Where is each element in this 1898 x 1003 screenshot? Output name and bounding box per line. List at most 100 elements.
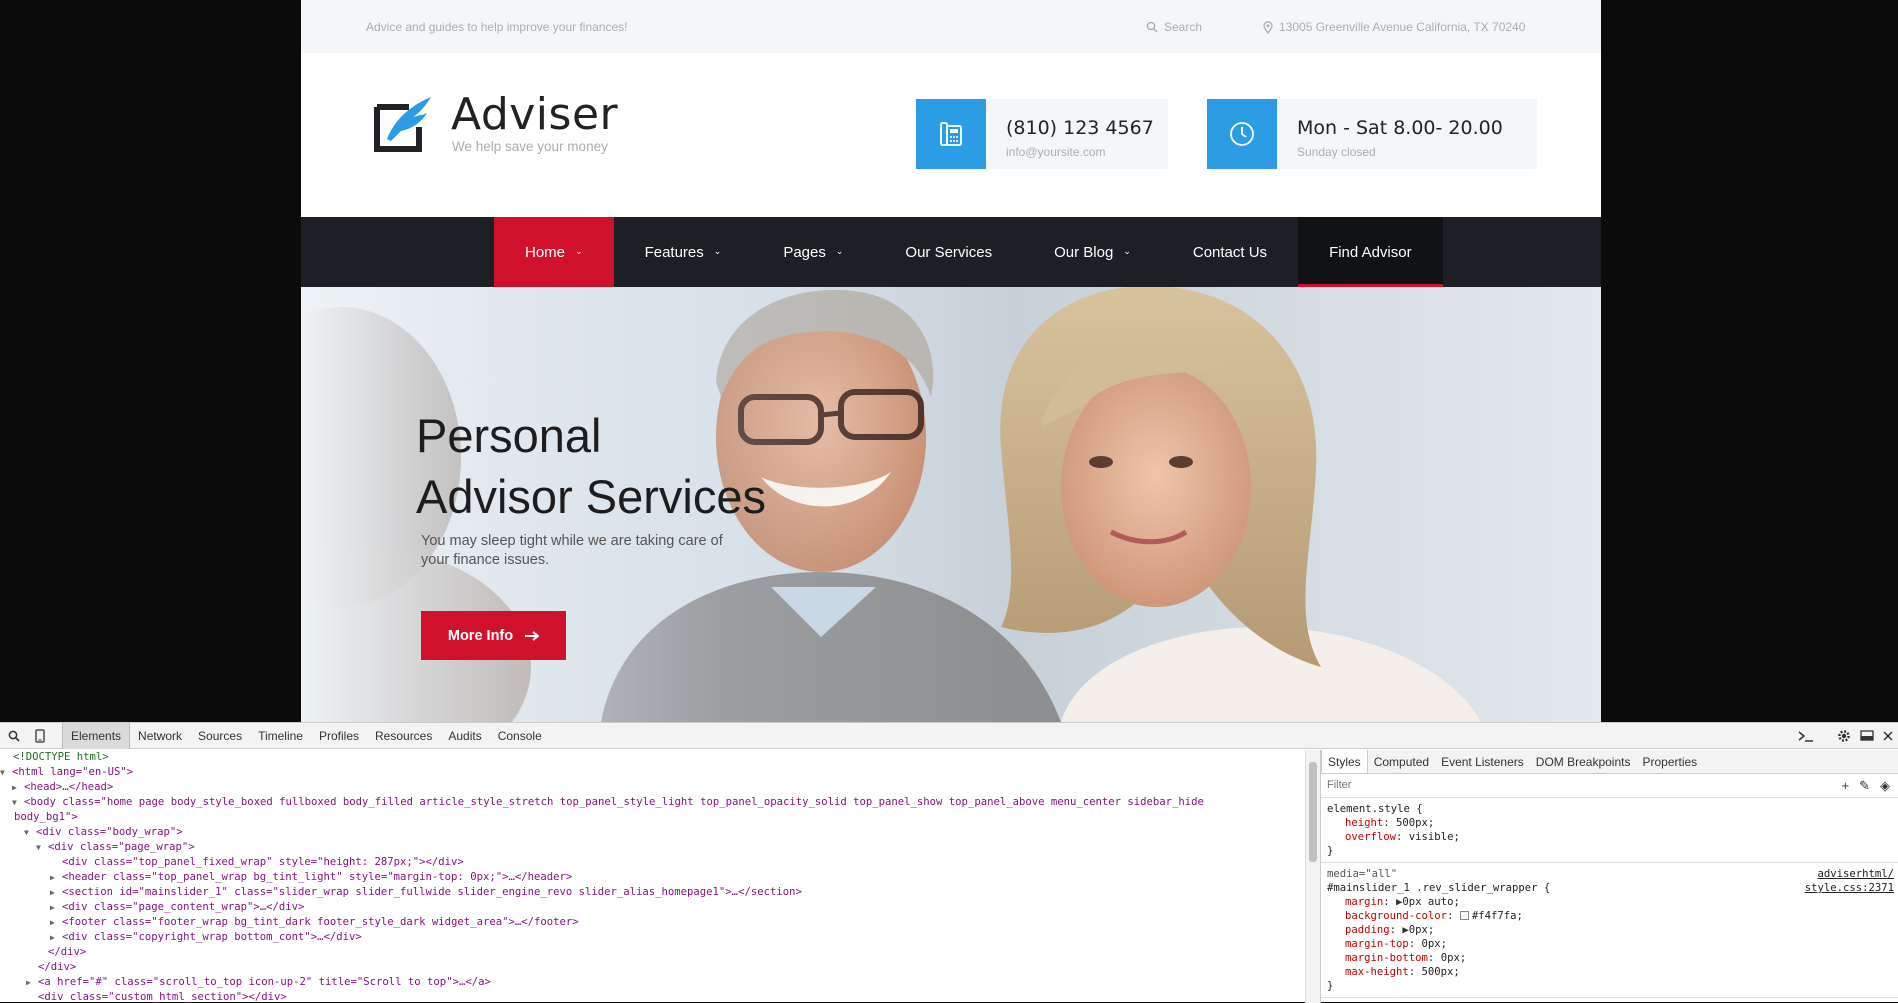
dom-node[interactable]: ▶ <div class="page_content_wrap">…</div>: [0, 900, 1305, 915]
dom-node[interactable]: ▶ <a href="#" class="scroll_to_top icon-u…: [0, 975, 1305, 990]
dom-line-text: <div class="page_content_wrap">…</div>: [62, 901, 305, 913]
contact-email[interactable]: info@yoursite.com: [1006, 145, 1106, 159]
dom-node[interactable]: ▶ <section id="mainslider_1" class="slide…: [0, 885, 1305, 900]
tab-elements[interactable]: Elements: [62, 723, 131, 749]
dom-node[interactable]: ▼ <div class="body_wrap">: [0, 825, 1305, 840]
rule-source-link[interactable]: style.css:2371: [1805, 881, 1894, 895]
close-icon[interactable]: [1880, 728, 1896, 744]
rule-close: }: [1327, 980, 1334, 992]
dom-node[interactable]: ▶ <header class="top_panel_wrap bg_tint_l…: [0, 870, 1305, 885]
dom-node[interactable]: <div class="top_panel_fixed_wrap" style=…: [0, 855, 1305, 870]
dom-node[interactable]: ▶ <footer class="footer_wrap bg_tint_dark…: [0, 915, 1305, 930]
dom-node[interactable]: </div>: [0, 960, 1305, 975]
gear-icon[interactable]: [1836, 728, 1852, 744]
nav-item-pages[interactable]: Pages ⌄: [752, 217, 874, 287]
hours-contact-box: Mon - Sat 8.00- 20.00 Sunday closed: [1207, 99, 1537, 169]
dom-line-text: <div class="copyright_wrap bottom_cont">…: [62, 931, 362, 943]
nav-item-find-advisor[interactable]: Find Advisor: [1298, 217, 1443, 287]
rule-selector: element.style {: [1327, 803, 1423, 815]
pin-icon[interactable]: ✎: [1859, 778, 1870, 794]
address-text: 13005 Greenville Avenue California, TX 7…: [1279, 20, 1526, 34]
tab-profiles[interactable]: Profiles: [311, 723, 367, 749]
opening-hours: Mon - Sat 8.00- 20.00: [1297, 117, 1503, 139]
hero-subtitle: You may sleep tight while we are taking …: [421, 533, 723, 568]
dom-node[interactable]: ▼ <html lang="en-US">: [0, 765, 1305, 780]
expand-triangle-icon[interactable]: ▼: [24, 825, 36, 840]
add-rule-icon[interactable]: +: [1842, 778, 1850, 794]
expand-triangle-icon[interactable]: ▼: [12, 795, 24, 810]
expand-triangle-icon[interactable]: ▼: [36, 840, 48, 855]
top-bar: Advice and guides to help improve your f…: [301, 0, 1601, 53]
top-bar-search[interactable]: Search: [1146, 20, 1202, 34]
nav-item-our-blog[interactable]: Our Blog ⌄: [1023, 217, 1162, 287]
device-mode-icon[interactable]: [32, 728, 48, 744]
tab-dom-breakpoints[interactable]: DOM Breakpoints: [1530, 750, 1637, 773]
expand-triangle-icon[interactable]: ▼: [0, 765, 12, 780]
expand-triangle-icon[interactable]: ▶: [26, 975, 38, 990]
nav-label: Find Advisor: [1329, 243, 1412, 261]
logo-icon[interactable]: [373, 93, 433, 153]
tab-timeline[interactable]: Timeline: [250, 723, 311, 749]
property-name: background-color: [1345, 910, 1448, 922]
expand-triangle-icon[interactable]: ▶: [50, 930, 62, 945]
rule-source-link[interactable]: adviserhtml/: [1817, 867, 1894, 881]
nav-item-contact-us[interactable]: Contact Us: [1162, 217, 1298, 287]
nav-item-our-services[interactable]: Our Services: [874, 217, 1023, 287]
tab-audits[interactable]: Audits: [440, 723, 489, 749]
color-swatch[interactable]: [1459, 911, 1469, 920]
css-property[interactable]: max-height: 500px;: [1327, 965, 1892, 979]
tab-computed[interactable]: Computed: [1368, 750, 1435, 773]
css-property[interactable]: background-color: #f4f7fa;: [1327, 909, 1892, 923]
nav-item-home[interactable]: Home ⌄: [494, 217, 614, 287]
property-value: 0px;: [1408, 924, 1435, 936]
css-property[interactable]: overflow: visible;: [1327, 830, 1892, 844]
dom-node[interactable]: body_bg1">: [0, 810, 1305, 825]
expand-triangle-icon[interactable]: ▶: [12, 780, 24, 795]
dom-node[interactable]: </div>: [0, 945, 1305, 960]
property-value: 0px auto;: [1402, 896, 1460, 908]
dock-side-icon[interactable]: [1860, 728, 1876, 744]
dom-node[interactable]: ▶ <head>…</head>: [0, 780, 1305, 795]
nav-item-features[interactable]: Features ⌄: [614, 217, 753, 287]
nav-label: Features: [644, 243, 704, 261]
dom-node[interactable]: ▼ <div class="page_wrap">: [0, 840, 1305, 855]
tab-console[interactable]: Console: [490, 723, 550, 749]
scrollbar-thumb[interactable]: [1309, 762, 1317, 862]
phone-number[interactable]: (810) 123 4567: [1006, 117, 1154, 139]
nav-label: Pages: [783, 243, 826, 261]
tab-resources[interactable]: Resources: [367, 723, 440, 749]
brand-name[interactable]: Adviser: [451, 89, 618, 140]
phone-icon-box: [916, 99, 986, 169]
top-bar-address: 13005 Greenville Avenue California, TX 7…: [1263, 20, 1525, 34]
map-pin-icon: [1263, 20, 1273, 34]
tab-event-listeners[interactable]: Event Listeners: [1435, 750, 1530, 773]
css-property[interactable]: margin: ▶0px auto;: [1327, 895, 1892, 909]
styles-tabs: Styles Computed Event Listeners DOM Brea…: [1321, 750, 1898, 774]
devtools-tabs: Elements Network Sources Timeline Profil…: [62, 723, 550, 749]
tab-sources[interactable]: Sources: [190, 723, 250, 749]
dom-line-text: </div>: [38, 961, 77, 973]
console-drawer-icon[interactable]: [1798, 728, 1814, 744]
dom-node[interactable]: <div class="custom_html_section"></div>: [0, 990, 1305, 1003]
tab-styles[interactable]: Styles: [1321, 750, 1368, 773]
dom-node[interactable]: ▶ <div class="copyright_wrap bottom_cont"…: [0, 930, 1305, 945]
inspect-search-icon[interactable]: [6, 728, 22, 744]
dom-node[interactable]: ▼ <body class="home page body_style_boxed…: [0, 795, 1305, 810]
expand-triangle-icon[interactable]: ▶: [50, 885, 62, 900]
more-info-button[interactable]: More Info: [421, 611, 566, 660]
css-property[interactable]: height: 500px;: [1327, 816, 1892, 830]
expand-triangle-icon[interactable]: ▶: [50, 915, 62, 930]
tab-properties[interactable]: Properties: [1636, 750, 1703, 773]
css-property[interactable]: margin-bottom: 0px;: [1327, 951, 1892, 965]
tab-network[interactable]: Network: [130, 723, 190, 749]
css-property[interactable]: padding: ▶0px;: [1327, 923, 1892, 937]
expand-triangle-icon[interactable]: ▶: [50, 870, 62, 885]
chevron-down-icon: ⌄: [835, 245, 844, 256]
dom-node[interactable]: <!DOCTYPE html>: [0, 750, 1305, 765]
toggle-state-icon[interactable]: ◈: [1880, 778, 1890, 794]
styles-filter-input[interactable]: [1327, 779, 1627, 791]
css-property[interactable]: margin-top: 0px;: [1327, 937, 1892, 951]
expand-triangle-icon[interactable]: ▶: [50, 900, 62, 915]
dom-scrollbar[interactable]: [1305, 750, 1320, 1003]
devtools-toolbar: Elements Network Sources Timeline Profil…: [0, 723, 1898, 749]
